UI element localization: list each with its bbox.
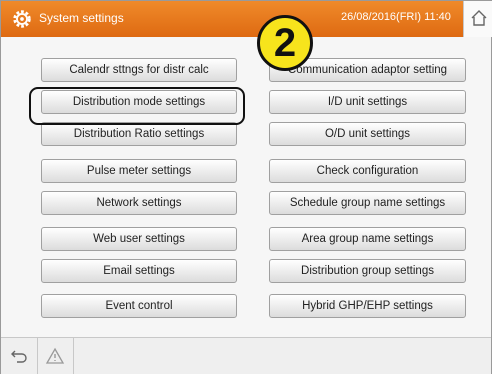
title-bar: System settings 26/08/2016(FRI) 11:40 xyxy=(1,1,463,37)
back-button[interactable] xyxy=(1,338,38,374)
home-button[interactable] xyxy=(463,1,492,37)
email-settings-button[interactable]: Email settings xyxy=(41,259,237,283)
area-group-name-settings-button[interactable]: Area group name settings xyxy=(269,227,466,251)
warning-icon xyxy=(45,347,65,364)
date-time: 26/08/2016(FRI) 11:40 xyxy=(341,11,451,23)
page-title: System settings xyxy=(39,11,124,25)
id-unit-settings-button[interactable]: I/D unit settings xyxy=(269,90,466,114)
footer-bar xyxy=(1,337,491,374)
back-arrow-icon xyxy=(11,350,27,363)
distribution-ratio-settings-button[interactable]: Distribution Ratio settings xyxy=(41,122,237,146)
settings-menu: Calendr sttngs for distr calc Distributi… xyxy=(1,37,491,337)
settings-window: System settings 26/08/2016(FRI) 11:40 Ca… xyxy=(0,0,492,374)
web-user-settings-button[interactable]: Web user settings xyxy=(41,227,237,251)
home-icon xyxy=(471,10,487,26)
pulse-meter-settings-button[interactable]: Pulse meter settings xyxy=(41,159,237,183)
warning-button[interactable] xyxy=(37,338,74,374)
od-unit-settings-button[interactable]: O/D unit settings xyxy=(269,122,466,146)
check-configuration-button[interactable]: Check configuration xyxy=(269,159,466,183)
step-marker: 2 xyxy=(257,15,313,71)
calendar-settings-button[interactable]: Calendr sttngs for distr calc xyxy=(41,58,237,82)
highlight-frame xyxy=(29,87,245,125)
distribution-group-settings-button[interactable]: Distribution group settings xyxy=(269,259,466,283)
gear-icon xyxy=(13,10,31,28)
network-settings-button[interactable]: Network settings xyxy=(41,191,237,215)
event-control-button[interactable]: Event control xyxy=(41,294,237,318)
schedule-group-name-settings-button[interactable]: Schedule group name settings xyxy=(269,191,466,215)
hybrid-ghp-ehp-settings-button[interactable]: Hybrid GHP/EHP settings xyxy=(269,294,466,318)
